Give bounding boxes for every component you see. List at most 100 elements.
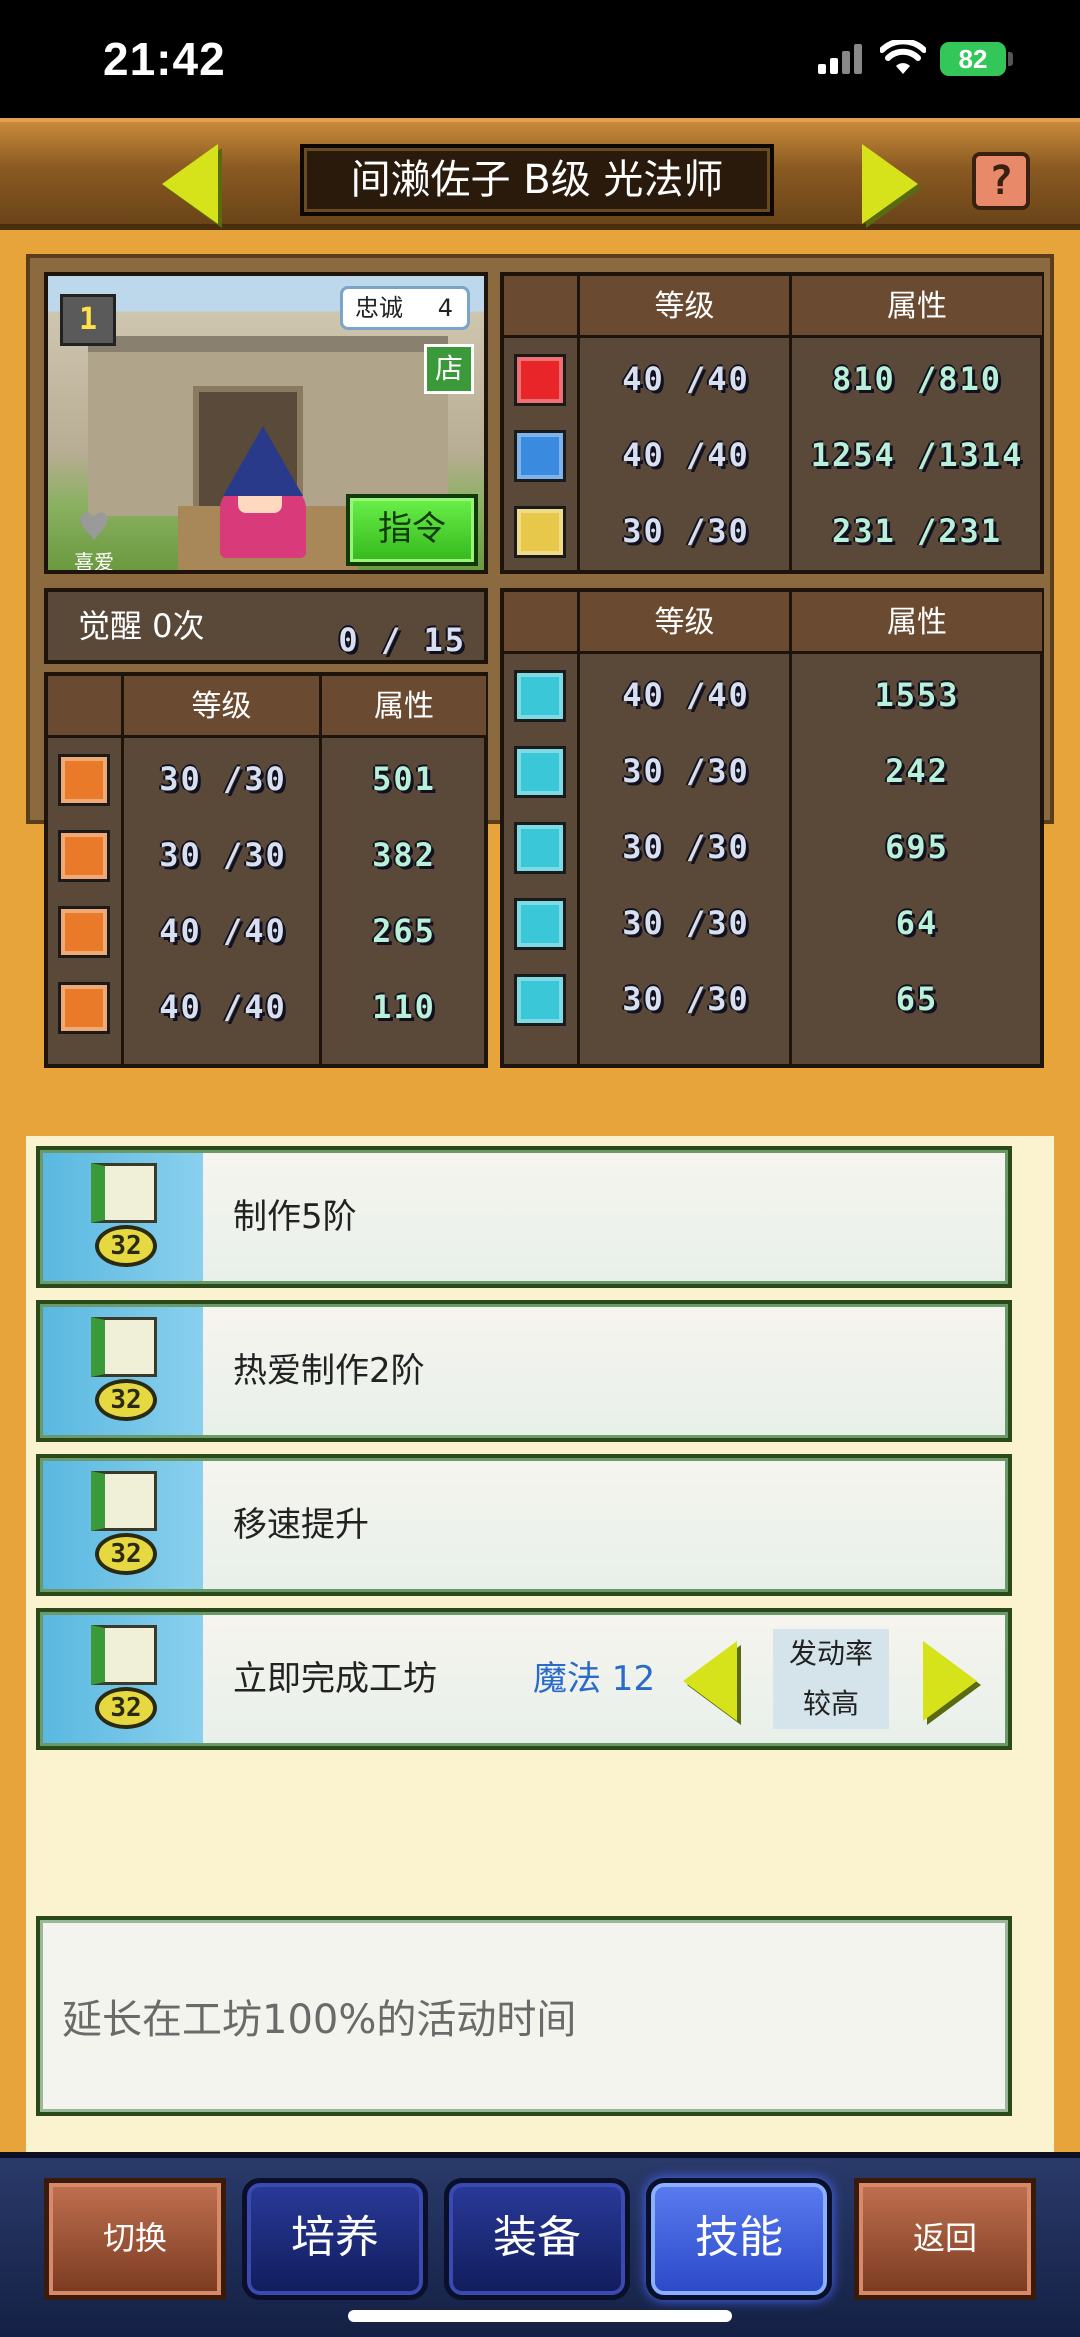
- tab-skill[interactable]: 技能: [646, 2178, 832, 2300]
- skill-card: 32 立即完成工坊 魔法 12 发动率较高: [40, 1612, 1008, 1746]
- combat-row: 30 /30 501: [48, 742, 484, 818]
- tab-train[interactable]: 培养: [242, 2178, 428, 2300]
- shovel-icon: [514, 822, 566, 874]
- skill-book-icon: [91, 1317, 157, 1377]
- skill-level-badge: 32: [95, 1533, 157, 1575]
- rate-decrease-arrow-icon[interactable]: [683, 1641, 737, 1721]
- rate-increase-arrow-icon[interactable]: [923, 1641, 977, 1721]
- skill-icon-area: 32: [43, 1307, 203, 1435]
- vitals-row: 40 /40 1254 /1314: [504, 418, 1040, 494]
- star-icon: [58, 982, 110, 1034]
- vitals-attr-value: 810 /810: [831, 360, 1003, 398]
- vitals-row: 40 /40 810 /810: [504, 342, 1040, 418]
- switch-button[interactable]: 切换: [44, 2178, 226, 2300]
- vitals-level-value: 30 /30: [622, 512, 750, 550]
- crafting-level-value: 30 /30: [622, 980, 750, 1018]
- loyalty-label: 忠诚: [355, 294, 403, 322]
- skill-magic-cost: 魔法 12: [533, 1659, 656, 1699]
- skill-item[interactable]: 32 热爱制作2阶: [36, 1300, 1012, 1442]
- vitals-level-value: 40 /40: [622, 360, 750, 398]
- vitals-row: 30 /30 231 /231: [504, 494, 1040, 570]
- crafting-level-value: 30 /30: [622, 904, 750, 942]
- skill-icon-area: 32: [43, 1615, 203, 1743]
- crafting-table: 等级 属性 40 /40 1553 30 /30 242 30 /30 695 30 /30…: [500, 588, 1044, 1068]
- skill-name: 移速提升: [233, 1505, 369, 1545]
- loyalty-value: 4: [437, 294, 453, 322]
- combat-level-value: 30 /30: [159, 836, 287, 874]
- favorite-button[interactable]: ♥ 喜爱: [66, 505, 122, 574]
- help-button[interactable]: ?: [972, 152, 1030, 210]
- crafting-attr-value: 65: [895, 980, 939, 1018]
- character-portrait: 1 忠诚 4 店 ♥ 喜爱 指令: [44, 272, 488, 574]
- vitals-level-value: 40 /40: [622, 436, 750, 474]
- combat-row: 40 /40 265: [48, 894, 484, 970]
- skill-icon-area: 32: [43, 1153, 203, 1281]
- combat-attr-value: 382: [372, 836, 436, 874]
- combat-attr-value: 110: [372, 988, 436, 1026]
- skill-name: 立即完成工坊: [233, 1659, 437, 1699]
- skill-item[interactable]: 32 制作5阶: [36, 1146, 1012, 1288]
- shield-icon: [58, 830, 110, 882]
- clock: 21:42: [103, 33, 226, 85]
- mage-hat-icon: [223, 426, 303, 496]
- back-button[interactable]: 返回: [854, 2178, 1036, 2300]
- combat-attr-value: 501: [372, 760, 436, 798]
- stamina-icon: [514, 506, 566, 558]
- book-icon: [514, 670, 566, 722]
- skill-description: 延长在工坊100%的活动时间: [36, 1916, 1012, 2116]
- combat-level-header: 等级: [124, 676, 322, 738]
- header-bar: 间濑佐子 B级 光法师 ?: [0, 118, 1080, 230]
- skill-item[interactable]: 32 立即完成工坊 魔法 12 发动率较高: [36, 1608, 1012, 1750]
- skill-book-icon: [91, 1625, 157, 1685]
- awakening-count: 0 / 15: [338, 621, 466, 659]
- next-character-arrow-icon[interactable]: [862, 144, 918, 224]
- skills-panel: 32 制作5阶 32 热爱制作2阶 32 移速提升 32 立即完成工坊 魔法 12 发动率 较高 延…: [26, 1136, 1054, 2188]
- anvil-icon: [514, 898, 566, 950]
- rate-label: 发动率: [788, 1637, 873, 1670]
- crafting-row: 30 /30 65: [504, 962, 1040, 1038]
- crafting-level-value: 30 /30: [622, 752, 750, 790]
- crafting-attr-value: 242: [885, 752, 949, 790]
- combat-row: 40 /40 110: [48, 970, 484, 1046]
- stats-panel: 1 忠诚 4 店 ♥ 喜爱 指令 等级 属性 40 /40 810 /810 40 …: [26, 254, 1054, 1068]
- crafting-row: 30 /30 242: [504, 734, 1040, 810]
- vitals-table: 等级 属性 40 /40 810 /810 40 /40 1254 /1314 30 /…: [500, 272, 1044, 574]
- awakening-label: 觉醒 0次: [78, 607, 205, 645]
- crafting-attr-header: 属性: [792, 592, 1042, 654]
- vitals-icon-header: [504, 276, 580, 338]
- crafting-row: 40 /40 1553: [504, 658, 1040, 734]
- battery-icon: 82: [940, 42, 1006, 76]
- heart-outline-icon: ♥: [76, 505, 112, 549]
- combat-table: 等级 属性 30 /30 501 30 /30 382 40 /40 265 40 /40 1…: [44, 672, 488, 1068]
- prev-character-arrow-icon[interactable]: [162, 144, 218, 224]
- skill-level-badge: 32: [95, 1225, 157, 1267]
- crafting-attr-value: 1553: [874, 676, 960, 714]
- rate-value: 较高: [802, 1687, 859, 1720]
- skill-item[interactable]: 32 移速提升: [36, 1454, 1012, 1596]
- vitals-level-header: 等级: [580, 276, 792, 338]
- skill-icon-area: 32: [43, 1461, 203, 1589]
- combat-attr-value: 265: [372, 912, 436, 950]
- character-title: 间濑佐子 B级 光法师: [300, 144, 774, 216]
- battery-tip: [1008, 52, 1013, 66]
- skill-level-badge: 32: [95, 1379, 157, 1421]
- vitals-attr-header: 属性: [792, 276, 1042, 338]
- shop-icon[interactable]: 店: [424, 344, 474, 394]
- hand-icon: [514, 974, 566, 1026]
- crafting-attr-value: 64: [895, 904, 939, 942]
- skill-book-icon: [91, 1163, 157, 1223]
- crafting-level-value: 30 /30: [622, 828, 750, 866]
- favorite-label: 喜爱: [74, 550, 114, 574]
- command-button[interactable]: 指令: [346, 494, 478, 566]
- skill-level-badge: 32: [95, 1687, 157, 1729]
- potion-icon: [514, 430, 566, 482]
- game-screen: 间濑佐子 B级 光法师 ? 1 忠诚 4 店 ♥ 喜爱 指令 等级 属性 40 …: [0, 118, 1080, 2337]
- home-indicator[interactable]: [348, 2310, 732, 2322]
- status-bar: 21:42 82: [0, 0, 1080, 118]
- heart-icon: [514, 354, 566, 406]
- speed-icon: [58, 906, 110, 958]
- tab-equip[interactable]: 装备: [444, 2178, 630, 2300]
- crafting-attr-value: 695: [885, 828, 949, 866]
- hammer-icon: [514, 746, 566, 798]
- crafting-level-header: 等级: [580, 592, 792, 654]
